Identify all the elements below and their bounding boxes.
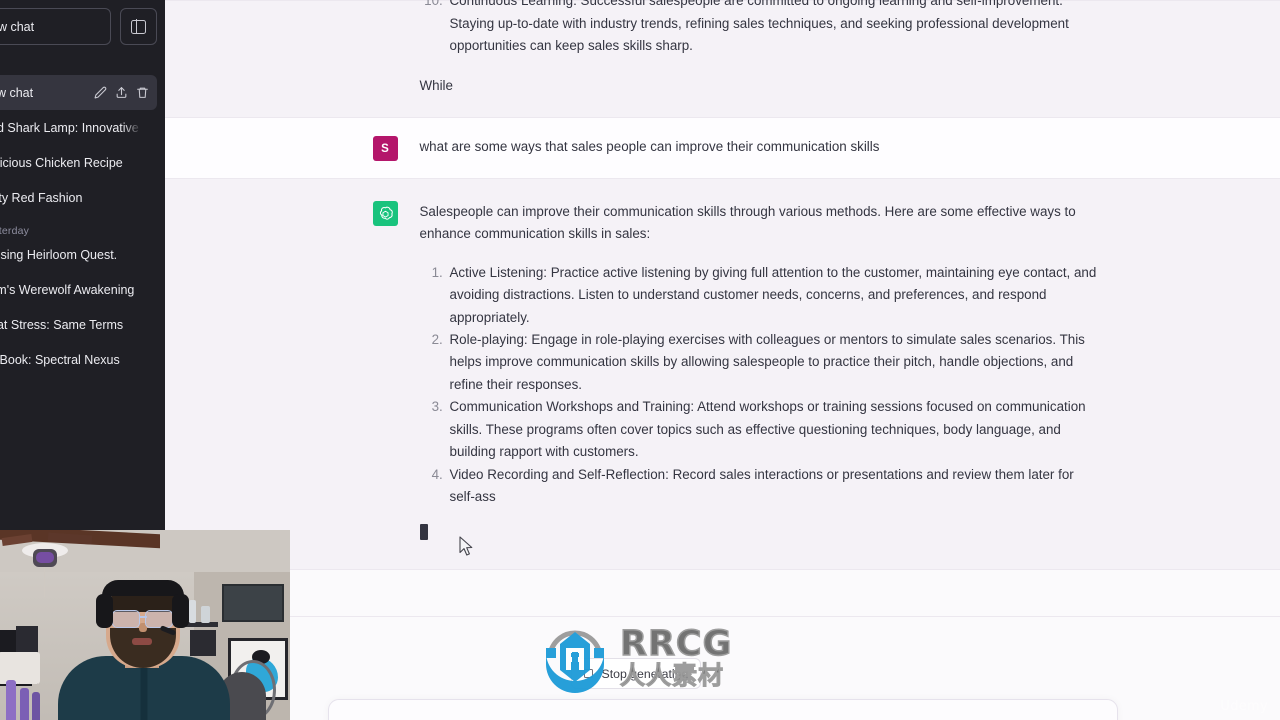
stop-generating-label: Stop generating xyxy=(601,666,689,681)
edit-icon[interactable] xyxy=(94,86,107,99)
sidebar: New chat , New chat Red Shark Lamp: Inno… xyxy=(0,0,165,535)
screen-root: New chat , New chat Red Shark Lamp: Inno… xyxy=(0,0,1280,720)
stop-square-icon xyxy=(583,669,593,678)
sidebar-item-fade xyxy=(123,110,149,145)
list-item: Video Recording and Self-Reflection: Rec… xyxy=(447,464,1103,509)
new-chat-button[interactable]: New chat xyxy=(0,8,111,45)
main-content: (CRM) systems, email marketing tools, an… xyxy=(165,0,1280,720)
user-avatar-initial: S xyxy=(381,142,389,155)
message-row-assistant-current: Salespeople can improve their communicat… xyxy=(165,178,1280,570)
streaming-cursor xyxy=(419,524,428,541)
sidebar-item-heat-stress-same-terms[interactable]: Heat Stress: Same Terms xyxy=(0,307,157,342)
trash-icon[interactable] xyxy=(136,86,149,99)
assistant-avatar xyxy=(372,201,398,227)
list-item: Communication Workshops and Training: At… xyxy=(447,396,1103,463)
person-mouth xyxy=(132,638,152,645)
sidebar-item-label: Missing Heirloom Quest. xyxy=(0,247,118,262)
sidebar-item-red-shark-lamp[interactable]: Red Shark Lamp: Innovative Ill xyxy=(0,110,157,145)
sidebar-item-ya-book-spectral-nexus[interactable]: YA Book: Spectral Nexus xyxy=(0,342,157,377)
stop-generating-button[interactable]: Stop generating xyxy=(570,658,702,689)
message-inner: Salespeople can improve their communicat… xyxy=(343,179,1103,569)
sidebar-item-label: Delicious Chicken Recipe xyxy=(0,155,123,170)
sidebar-item-label: Flirty Red Fashion xyxy=(0,190,83,205)
message-text: what are some ways that sales people can… xyxy=(420,135,1103,161)
fan-pull-chain xyxy=(44,567,45,597)
share-icon[interactable] xyxy=(115,86,128,99)
sidebar-item-label: YA Book: Spectral Nexus xyxy=(0,352,120,367)
dark-box xyxy=(190,630,216,656)
sidebar-item-sams-werewolf-awakening[interactable]: Sam's Werewolf Awakening xyxy=(0,272,157,307)
sidebar-day-label-0: , xyxy=(0,49,157,75)
list-item: Active Listening: Practice active listen… xyxy=(447,262,1103,329)
user-message-text: what are some ways that sales people can… xyxy=(419,139,880,155)
new-chat-label: New chat xyxy=(0,19,35,34)
purple-lamp-a xyxy=(6,680,16,720)
sidebar-item-label: New chat xyxy=(0,85,34,100)
user-avatar: S xyxy=(372,136,398,162)
assistant-intro-text: Salespeople can improve their communicat… xyxy=(419,204,1076,242)
message-inner: S what are some ways that sales people c… xyxy=(343,118,1103,178)
sidebar-toggle-button[interactable] xyxy=(120,8,157,45)
message-row-user: S what are some ways that sales people c… xyxy=(165,118,1280,179)
sidebar-top-bar: New chat xyxy=(0,8,157,45)
composer-overflow-icon[interactable]: ... xyxy=(1085,714,1100,720)
fan-light-glow xyxy=(36,552,54,563)
glasses-bridge xyxy=(139,616,147,618)
sidebar-item-missing-heirloom-quest[interactable]: Missing Heirloom Quest. xyxy=(0,237,157,272)
headphones-left-cup xyxy=(96,594,113,628)
sidebar-day-label-1: Yesterday xyxy=(0,225,30,237)
sidebar-item-label: Sam's Werewolf Awakening xyxy=(0,282,135,297)
message-text: Salespeople can improve their communicat… xyxy=(419,200,1103,545)
glasses-left-lens xyxy=(112,610,140,628)
list-item: Continuous Learning: Successful salespeo… xyxy=(447,0,1103,58)
message-input[interactable]: Send a message ... xyxy=(327,699,1118,720)
glasses-right-lens xyxy=(145,610,173,628)
message-row-assistant-previous: (CRM) systems, email marketing tools, an… xyxy=(165,0,1280,119)
webcam-overlay xyxy=(0,530,290,720)
message-text: (CRM) systems, email marketing tools, an… xyxy=(420,0,1103,97)
message-posttext: While xyxy=(419,77,453,93)
sidebar-item-label: Heat Stress: Same Terms xyxy=(0,317,124,332)
message-inner: (CRM) systems, email marketing tools, an… xyxy=(343,0,1103,117)
headphones-band xyxy=(102,580,184,596)
conversation-thread[interactable]: (CRM) systems, email marketing tools, an… xyxy=(165,0,1280,616)
composer-bar: Stop generating Send a message ... xyxy=(165,616,1280,720)
sidebar-item-flirty-red-fashion[interactable]: Flirty Red Fashion xyxy=(0,180,157,215)
shelf-vase-1 xyxy=(201,606,210,623)
composer-inner: Stop generating Send a message ... xyxy=(327,617,1118,720)
sidebar-item-new-chat[interactable]: New chat xyxy=(0,75,157,110)
message-ordered-list: Continuous Learning: Successful salespeo… xyxy=(420,0,1103,58)
chatgpt-logo-icon xyxy=(379,206,393,220)
sidebar-row-actions xyxy=(94,86,149,99)
headphones-right-cup xyxy=(172,594,189,628)
wall-art-top-right xyxy=(222,584,284,622)
list-item: Role-playing: Engage in role-playing exe… xyxy=(447,329,1103,396)
panel-toggle-icon xyxy=(131,18,146,35)
shelf-vase-2 xyxy=(189,600,196,623)
lamp-shade xyxy=(0,652,40,684)
purple-lamp-b xyxy=(20,688,29,720)
sidebar-item-delicious-chicken-recipe[interactable]: Delicious Chicken Recipe xyxy=(0,145,157,180)
purple-lamp-c xyxy=(32,692,40,720)
message-ordered-list: Active Listening: Practice active listen… xyxy=(420,262,1103,508)
